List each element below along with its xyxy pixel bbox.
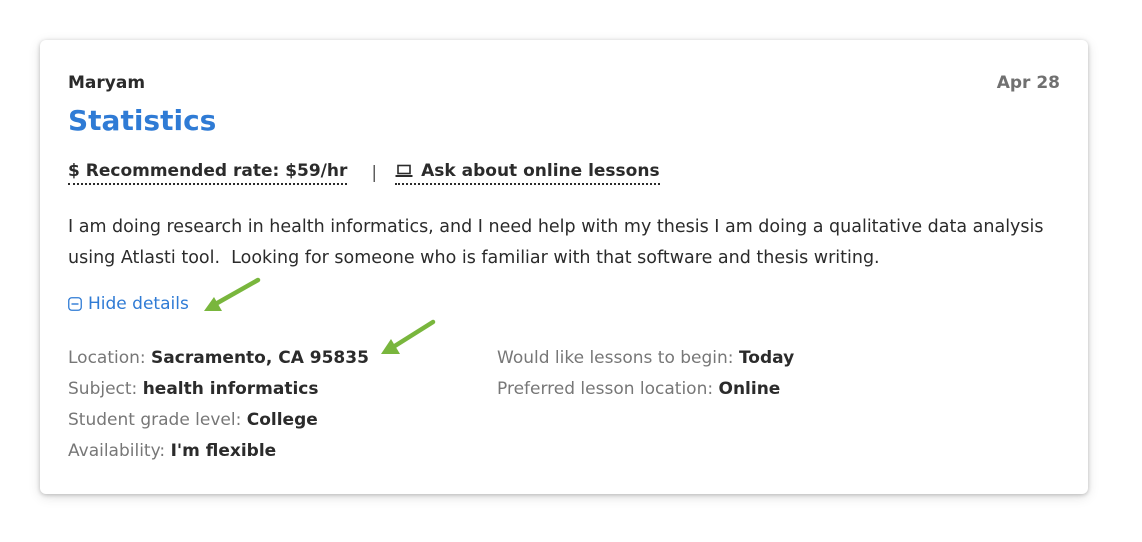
detail-value: College xyxy=(246,410,318,430)
detail-location: Location: Sacramento, CA 95835 xyxy=(68,343,369,374)
rate-separator: | xyxy=(371,163,378,183)
minus-square-icon xyxy=(68,297,82,311)
detail-value: health informatics xyxy=(142,379,319,399)
detail-availability: Availability: I'm flexible xyxy=(68,436,369,467)
post-date: Apr 28 xyxy=(996,73,1060,93)
rate-row: $ Recommended rate: $59/hr | Ask about o… xyxy=(68,161,660,185)
detail-value: Sacramento, CA 95835 xyxy=(151,348,369,368)
detail-subject: Subject: health informatics xyxy=(68,374,369,405)
online-lessons-label: Ask about online lessons xyxy=(421,161,660,181)
detail-label: Subject: xyxy=(68,379,143,399)
details-right-column: Would like lessons to begin: Today Prefe… xyxy=(497,343,794,405)
recommended-rate-link[interactable]: $ Recommended rate: $59/hr xyxy=(68,161,348,185)
detail-lesson-start: Would like lessons to begin: Today xyxy=(497,343,794,374)
detail-label: Student grade level: xyxy=(68,410,247,430)
detail-grade-level: Student grade level: College xyxy=(68,405,369,436)
hide-details-toggle[interactable]: Hide details xyxy=(68,294,189,314)
detail-value: Online xyxy=(718,379,781,399)
detail-label: Location: xyxy=(68,348,152,368)
detail-lesson-location: Preferred lesson location: Online xyxy=(497,374,794,405)
online-lessons-link[interactable]: Ask about online lessons xyxy=(395,161,660,185)
detail-label: Preferred lesson location: xyxy=(497,379,719,399)
detail-value: Today xyxy=(738,348,795,368)
job-request-card: Maryam Apr 28 Statistics $ Recommended r… xyxy=(40,40,1088,494)
detail-value: I'm flexible xyxy=(170,441,277,461)
laptop-icon xyxy=(395,164,413,177)
subject-title-link[interactable]: Statistics xyxy=(68,104,216,137)
detail-label: Would like lessons to begin: xyxy=(497,348,739,368)
detail-label: Availability: xyxy=(68,441,171,461)
details-left-column: Location: Sacramento, CA 95835 Subject: … xyxy=(68,343,369,467)
student-name: Maryam xyxy=(68,73,146,93)
request-description: I am doing research in health informatic… xyxy=(68,217,1050,268)
hide-details-label: Hide details xyxy=(88,294,189,314)
